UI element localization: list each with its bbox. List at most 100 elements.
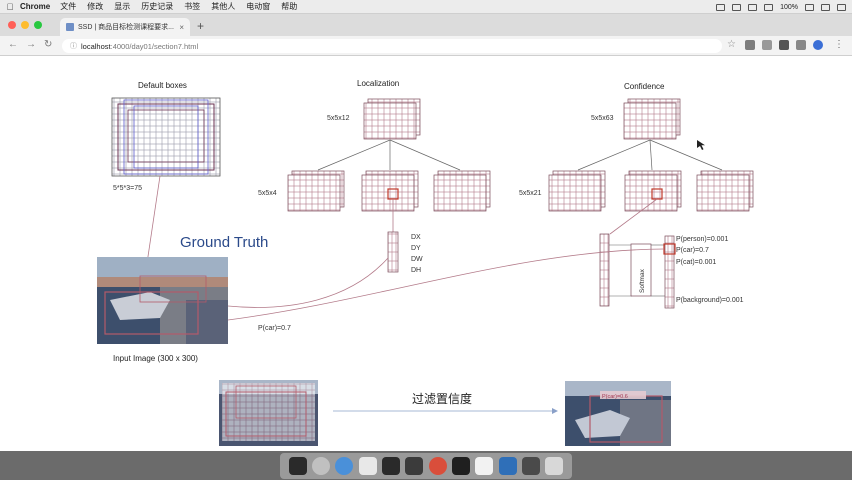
zoom-window-icon[interactable] [34,21,42,29]
extension-icon[interactable] [745,40,755,50]
prob-car: P(car)=0.7 [676,247,709,254]
wifi-icon[interactable] [764,3,774,11]
browser-tab[interactable]: SSD | 商品目标检测课程要求... × [60,18,190,36]
tree-edge [389,139,461,171]
input-image-caption: Input Image (300 x 300) [113,354,198,363]
menu-file[interactable]: 文件 [60,1,76,12]
url-bar[interactable]: ⓘ localhost:4000/day01/section7.html [62,39,722,53]
menu-view[interactable]: 显示 [114,1,130,12]
profile-avatar-icon[interactable] [813,40,823,50]
arrow-head-icon [552,408,558,414]
loc-feature-maps [287,170,491,212]
pycharm-icon[interactable] [381,457,400,475]
offset-dy: DY [411,245,421,252]
battery-percent[interactable]: 100% [780,4,798,11]
app-icon[interactable] [521,457,540,475]
new-tab-icon[interactable]: + [197,19,204,33]
app-icon[interactable] [358,457,377,475]
chrome-icon[interactable] [428,457,447,475]
prob-cat: P(cat)=0.001 [676,259,716,266]
menu-history[interactable]: 历史记录 [141,1,173,12]
status-icon[interactable] [716,3,726,11]
regression-link [227,257,389,308]
tab-favicon-icon [66,23,74,31]
menu-window[interactable]: 电动窗 [246,1,270,12]
offset-dh: DH [411,267,421,274]
filter-label: 过滤置信度 [412,391,472,406]
url-host: localhost [81,41,111,51]
menu-people[interactable]: 其他人 [211,1,235,12]
app-icon[interactable] [498,457,517,475]
softmax-label: Softmax [639,268,646,293]
conf-feature-maps [548,170,754,212]
probability-vector [664,235,675,309]
loc-top-dim: 5x5x12 [327,115,350,122]
conf-top-dim: 5x5x63 [591,115,614,122]
status-icon[interactable] [732,3,742,11]
menu-help[interactable]: 帮助 [281,1,297,12]
mouse-cursor-icon [697,140,705,150]
tab-close-icon[interactable]: × [179,23,184,32]
window-controls [8,21,42,29]
macos-dock [0,451,852,480]
browser-tab-bar: SSD | 商品目标检测课程要求... × + [0,14,852,36]
conf-top-stack [623,98,681,140]
ground-truth-label: Ground Truth [180,234,268,251]
trash-icon[interactable] [545,457,564,475]
default-boxes-formula: 5*5*3=75 [113,185,142,192]
menu-bookmarks[interactable]: 书签 [184,1,200,12]
battery-icon[interactable] [805,3,814,11]
reload-icon[interactable]: ↻ [44,39,52,50]
status-icon[interactable] [748,3,758,11]
extension-icon[interactable] [762,40,772,50]
p-car-label: P(car)=0.7 [258,325,291,332]
menu-list-icon[interactable] [837,3,846,11]
slide-area: Default boxes 5*5*3=75 Localization 5x5x… [0,57,852,451]
menu-edit[interactable]: 修改 [87,1,103,12]
result-confidence-badge: P(car)=0.6 [602,394,628,400]
close-window-icon[interactable] [8,21,16,29]
finder-icon[interactable] [288,457,307,475]
terminal-icon[interactable] [405,457,424,475]
tree-edge [577,139,651,171]
extension-icon[interactable] [796,40,806,50]
forward-arrow-icon[interactable]: → [26,39,36,50]
search-icon[interactable] [821,3,830,11]
app-menu[interactable]: Chrome [20,2,50,11]
extension-icon[interactable] [779,40,789,50]
kebab-menu-icon[interactable]: ⋮ [834,39,844,50]
loc-top-stack [363,98,421,140]
default-boxes-grid [111,97,221,177]
tab-title: SSD | 商品目标检测课程要求... [78,24,174,31]
typora-icon[interactable] [475,457,494,475]
launchpad-icon[interactable] [311,457,330,475]
back-arrow-icon[interactable]: ← [8,39,18,50]
url-path: :4000/day01/section7.html [110,41,199,51]
apple-menu-icon[interactable]:  [0,2,20,12]
status-area: 100% [716,0,846,14]
tree-edge [317,139,391,171]
safari-icon[interactable] [335,457,354,475]
prob-person: P(person)=0.001 [676,236,728,243]
bookmark-star-icon[interactable]: ☆ [727,39,736,50]
before-filter-image [219,380,318,446]
app-icon[interactable] [451,457,470,475]
macos-menu-bar:  Chrome 文件 修改 显示 历史记录 书签 其他人 电动窗 帮助 100… [0,0,852,14]
offset-vector [387,231,399,273]
offset-dx: DX [411,234,421,241]
classification-link [227,248,665,321]
ssd-diagram: Default boxes 5*5*3=75 Localization 5x5x… [97,79,754,446]
localization-title: Localization [357,79,399,88]
info-icon[interactable]: ⓘ [70,41,77,51]
loc-left-dim: 5x5x4 [258,190,277,197]
tree-edge [649,139,723,171]
confidence-title: Confidence [624,82,665,91]
after-filter-image [565,381,671,446]
minimize-window-icon[interactable] [21,21,29,29]
browser-toolbar: ← → ↻ ⓘ localhost:4000/day01/section7.ht… [0,36,852,56]
tree-edge [649,139,653,171]
conf-left-dim: 5x5x21 [519,190,542,197]
offset-dw: DW [411,256,423,263]
default-boxes-title: Default boxes [138,81,187,90]
class-score-vector [599,233,610,307]
